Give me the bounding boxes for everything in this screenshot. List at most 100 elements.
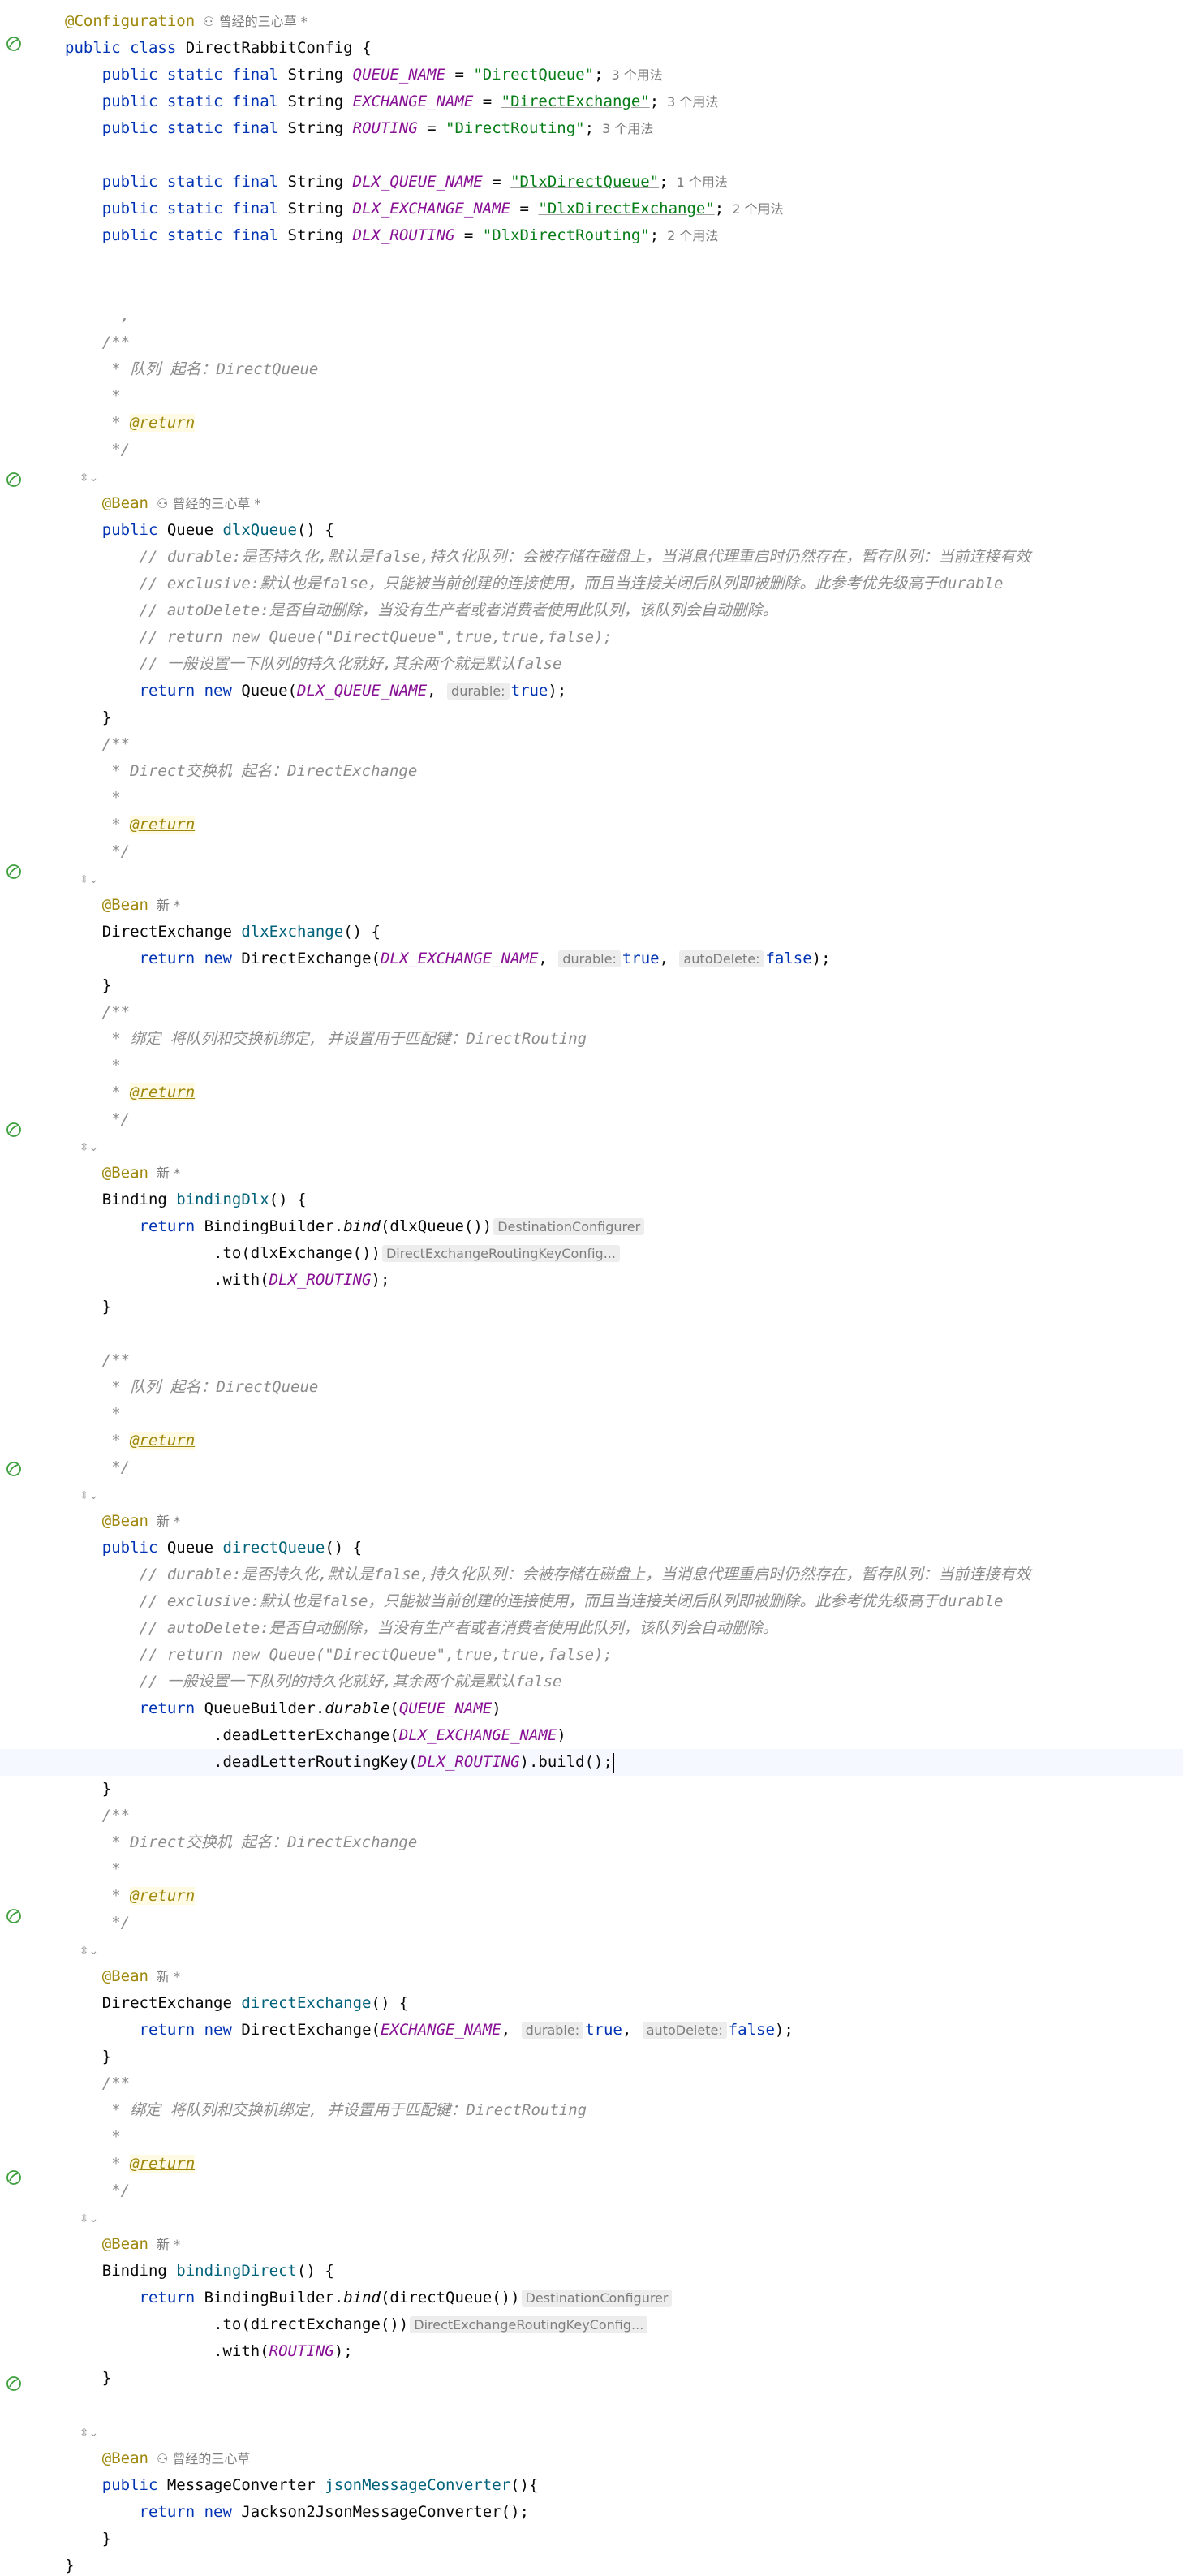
code-line: public class DirectRabbitConfig { <box>65 39 372 57</box>
usage-hint[interactable]: 3 个用法 <box>612 67 663 83</box>
code-line: Binding bindingDlx() { <box>65 1191 307 1208</box>
code-line: * 队列 起名：DirectQueue <box>111 1378 319 1396</box>
code-line: } <box>65 2048 112 2066</box>
code-line: ⇳⌄ <box>65 1481 1177 1508</box>
code-line: ⇳⌄ <box>65 2419 1177 2445</box>
code-line: } <box>65 709 112 726</box>
spring-bean-icon[interactable] <box>5 1121 23 1139</box>
spring-bean-icon[interactable] <box>5 1907 23 1925</box>
code-line: * <box>65 1057 121 1075</box>
spring-bean-icon[interactable] <box>5 35 23 53</box>
code-line: public static final String ROUTING = "Di… <box>101 119 654 137</box>
code-line: return new DirectExchange(EXCHANGE_NAME,… <box>139 2021 794 2039</box>
code-line: * @return <box>65 414 196 432</box>
code-line: // exclusive:默认也是false，只能被当前创建的连接使用，而且当连… <box>139 1592 1004 1610</box>
code-line: // 一般设置一下队列的持久化就好,其余两个就是默认false <box>139 1673 562 1691</box>
code-line: * <box>65 1860 121 1878</box>
code-line: /** <box>65 2074 131 2092</box>
code-line: * <box>65 1405 121 1423</box>
code-line: public MessageConverter jsonMessageConve… <box>101 2476 539 2494</box>
code-line: */ <box>65 842 131 860</box>
code-line: */ <box>65 1914 131 1932</box>
code-line: */ <box>65 1110 131 1128</box>
code-line: ⇳⌄ <box>65 1936 1177 1963</box>
code-line: } <box>65 1780 112 1798</box>
code-line: * <box>65 387 121 405</box>
code-line: @Bean 新 * <box>101 1512 181 1530</box>
code-line: @Bean ⚇ 曾经的三心草 <box>101 2449 251 2467</box>
code-line: // durable:是否持久化,默认是false,持久化队列：会被存储在磁盘上… <box>139 1566 1031 1583</box>
current-line[interactable]: .deadLetterRoutingKey(DLX_ROUTING).build… <box>0 1749 1183 1776</box>
code-line: * @return <box>65 1432 196 1450</box>
code-line: return QueueBuilder.durable(QUEUE_NAME) <box>139 1699 501 1717</box>
fold-icon[interactable]: ⇳⌄ <box>65 2427 98 2440</box>
code-line: ⇳⌄ <box>65 463 1177 490</box>
code-line: public static final String EXCHANGE_NAME… <box>101 93 719 110</box>
code-line: * @return <box>65 1083 196 1101</box>
code-line: /** <box>65 1351 131 1369</box>
code-line: * Direct交换机 起名：DirectExchange <box>111 1833 418 1851</box>
code-line: @Bean 新 * <box>101 1967 181 1985</box>
code-line: */ <box>65 1458 131 1476</box>
code-line: DirectExchange dlxExchange() { <box>65 923 381 941</box>
code-line: */ <box>65 2182 131 2199</box>
code-line: * <box>65 2128 121 2146</box>
code-line: * <box>65 789 121 807</box>
usage-hint[interactable]: 3 个用法 <box>667 94 718 110</box>
spring-bean-icon[interactable] <box>5 1460 23 1478</box>
code-line: .with(ROUTING); <box>65 2342 353 2360</box>
code-line: public static final String DLX_QUEUE_NAM… <box>101 173 728 191</box>
code-line: // return new Queue("DirectQueue",true,t… <box>139 1646 613 1664</box>
fold-icon[interactable]: ⇳⌄ <box>65 1489 98 1502</box>
code-line: DirectExchange directExchange() { <box>65 1994 409 2012</box>
code-line: */ <box>65 441 131 459</box>
code-line: * 队列 起名：DirectQueue <box>111 360 319 378</box>
code-line: * @return <box>65 816 196 834</box>
code-line: .to(dlxExchange()) DirectExchangeRoutingK… <box>65 1240 1177 1267</box>
spring-bean-icon[interactable] <box>5 2169 23 2186</box>
fold-icon[interactable]: ⇳⌄ <box>65 1141 98 1154</box>
code-line: return BindingBuilder.bind(dlxQueue()) De… <box>65 1213 1177 1240</box>
code-line: } <box>65 1298 112 1316</box>
code-line: * @return <box>65 1887 196 1905</box>
usage-hint[interactable]: 1 个用法 <box>677 174 728 190</box>
code-line: , <box>65 307 131 325</box>
fold-icon[interactable]: ⇳⌄ <box>65 1945 98 1958</box>
usage-hint[interactable]: 2 个用法 <box>732 201 783 217</box>
fold-icon[interactable]: ⇳⌄ <box>65 873 98 886</box>
code-line: .with(DLX_ROUTING); <box>65 1271 390 1289</box>
usage-hint[interactable]: 2 个用法 <box>667 228 718 243</box>
fold-icon[interactable]: ⇳⌄ <box>65 472 98 485</box>
code-line: * 绑定 将队列和交换机绑定, 并设置用于匹配键：DirectRouting <box>111 1030 587 1048</box>
code-line: return new Jackson2JsonMessageConverter(… <box>139 2503 529 2521</box>
spring-bean-icon[interactable] <box>5 2375 23 2393</box>
code-line: return BindingBuilder.bind(directQueue()… <box>65 2285 1177 2311</box>
code-line: @Bean 新 * <box>101 896 181 914</box>
code-line: public Queue directQueue() { <box>101 1539 363 1557</box>
code-line: /** <box>65 735 131 753</box>
text-caret <box>612 1752 614 1773</box>
spring-bean-icon[interactable] <box>5 471 23 489</box>
code-line: // autoDelete:是否自动删除，当没有生产者或者消费者使用此队列，该队… <box>139 601 778 619</box>
spring-bean-icon[interactable] <box>5 863 23 881</box>
code-line: /** <box>65 1807 131 1824</box>
code-line: /** <box>65 334 131 351</box>
usage-hint[interactable]: 3 个用法 <box>602 121 653 136</box>
code-line: @Bean 新 * <box>101 1164 181 1182</box>
code-line: ⇳⌄ <box>65 2204 1177 2231</box>
code-line: return new Queue(DLX_QUEUE_NAME, durable… <box>139 682 567 700</box>
code-editor[interactable]: @Configuration ⚇ 曾经的三心草 * public class Di… <box>0 8 1183 2576</box>
fold-icon[interactable]: ⇳⌄ <box>65 2212 98 2225</box>
code-line: .deadLetterExchange(DLX_EXCHANGE_NAME) <box>65 1726 566 1744</box>
code-line: public static final String QUEUE_NAME = … <box>101 66 663 84</box>
author-hint[interactable]: ⚇ 曾经的三心草 * <box>203 14 308 29</box>
code-line: @Bean ⚇ 曾经的三心草 * <box>101 494 261 512</box>
code-line: ⇳⌄ <box>65 865 1177 892</box>
code-line: public static final String DLX_EXCHANGE_… <box>101 200 784 218</box>
code-line: * @return <box>65 2155 196 2173</box>
